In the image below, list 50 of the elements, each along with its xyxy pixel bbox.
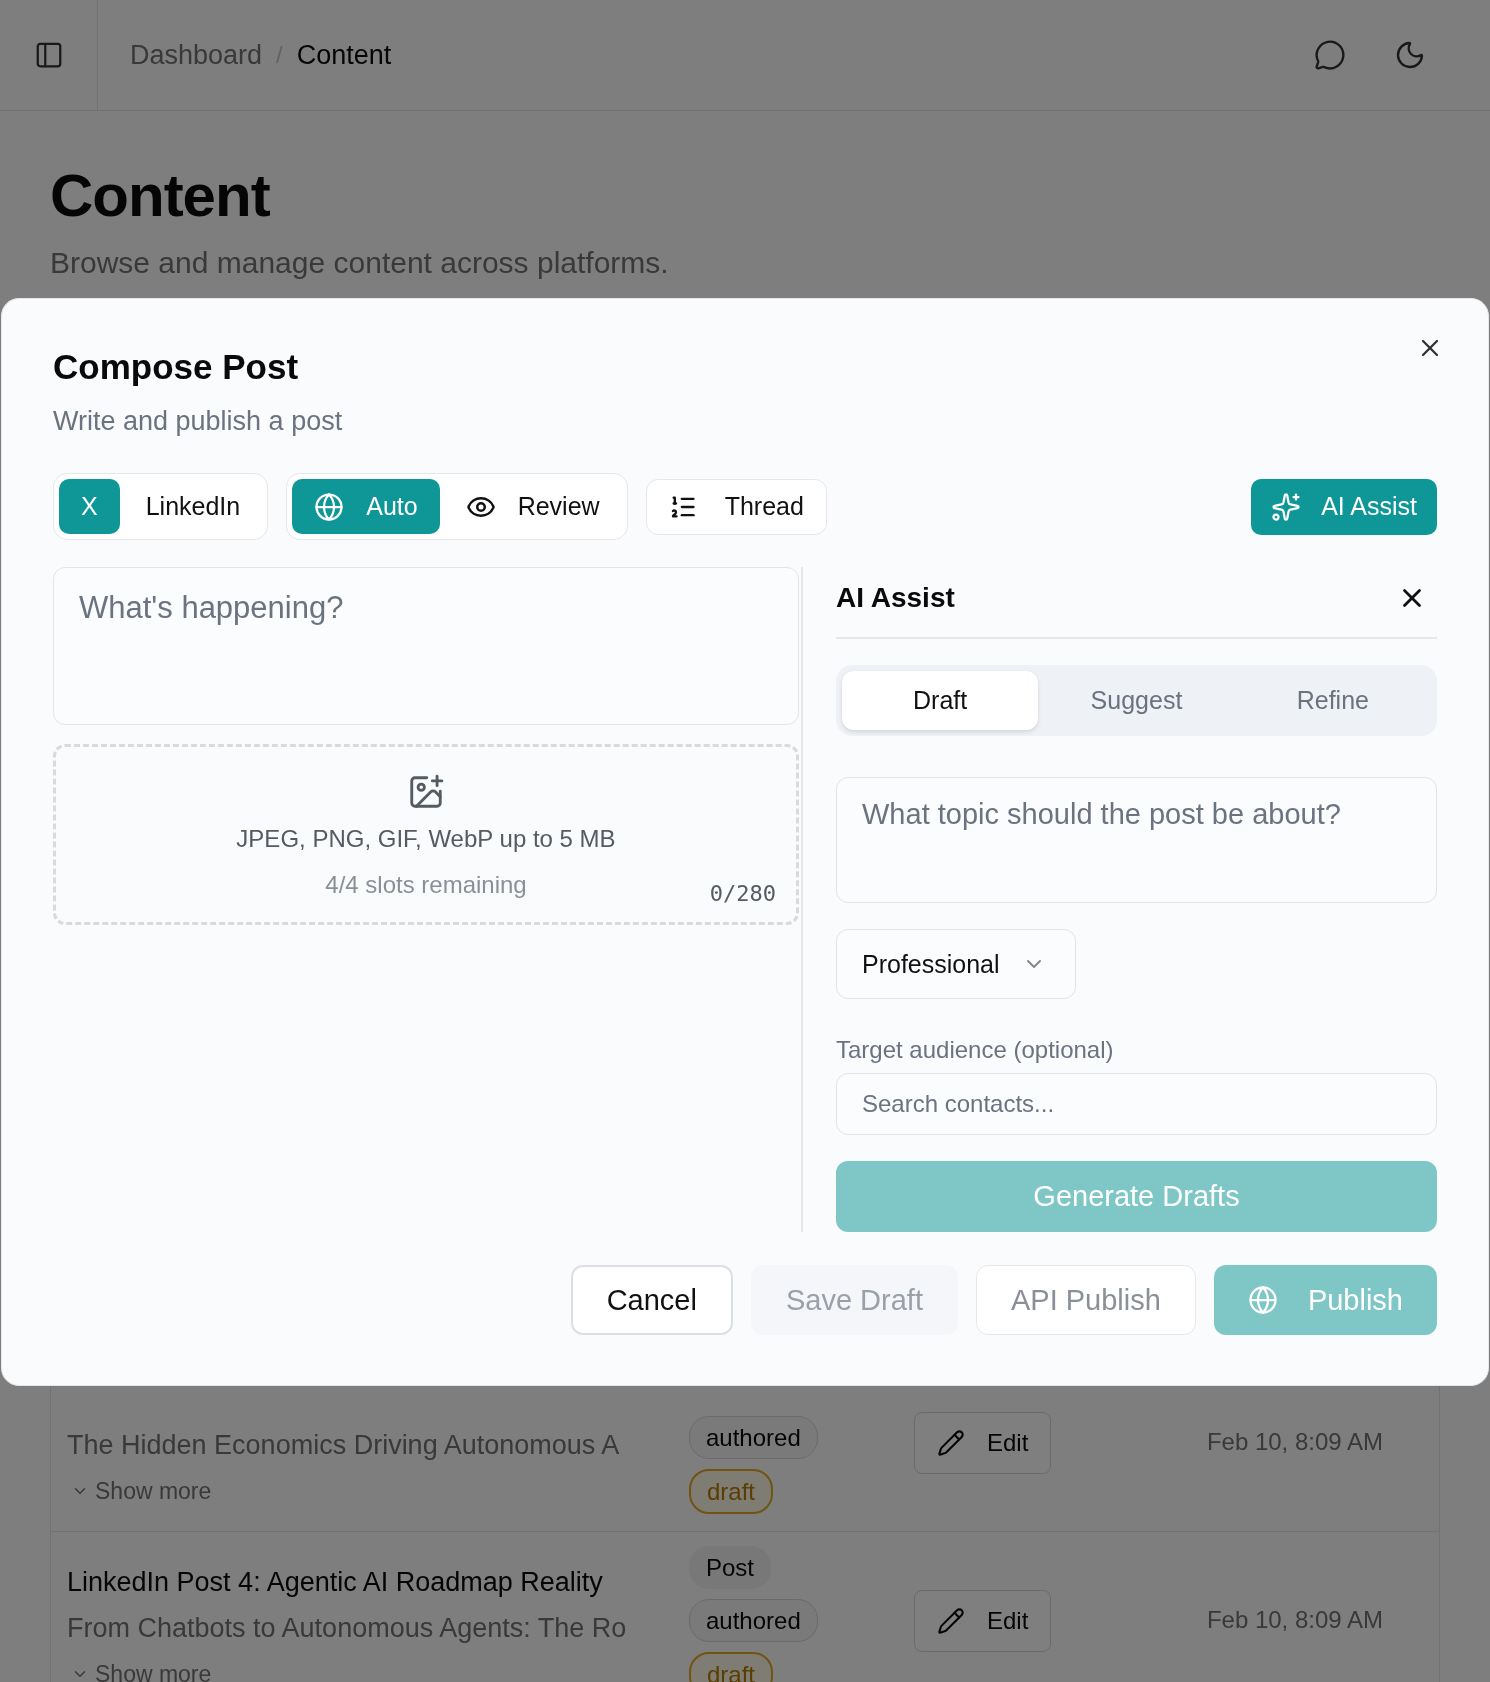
upload-hint: JPEG, PNG, GIF, WebP up to 5 MB xyxy=(236,825,616,853)
ai-assist-button[interactable]: AI Assist xyxy=(1251,478,1437,535)
footer-button[interactable]: API Publish xyxy=(975,1265,1196,1335)
chat-icon[interactable] xyxy=(1314,39,1346,71)
upload-dropzone[interactable]: JPEG, PNG, GIF, WebP up to 5 MB 4/4 slots remaining 0/280 xyxy=(53,744,799,925)
post-description: From Chatbots to Autonomous Agents: The Ro xyxy=(67,1612,628,1645)
show-more-button[interactable]: Show more xyxy=(67,1468,212,1514)
post-text-field[interactable]: What's happening? xyxy=(53,567,799,725)
globe-icon xyxy=(314,491,345,522)
post-date: Feb 10, 8:09 AM xyxy=(1205,1428,1384,1456)
edit-button[interactable]: Edit xyxy=(914,1412,1052,1474)
thread-button[interactable]: Thread xyxy=(645,478,827,535)
post-title: LinkedIn Post 4: Agentic AI Roadmap Reality xyxy=(67,1566,604,1599)
globe-icon xyxy=(1247,1285,1278,1315)
breadcrumb-link[interactable]: Content xyxy=(296,39,392,71)
platform-toggle[interactable]: X xyxy=(59,479,120,534)
audience-label: Target audience (optional) xyxy=(836,1036,1115,1064)
pencil-icon xyxy=(937,1429,965,1457)
edit-button[interactable]: Edit xyxy=(914,1590,1052,1652)
breadcrumb-link[interactable]: Dashboard xyxy=(130,39,263,71)
page-subtitle: Browse and manage content across platforms. xyxy=(50,245,670,281)
footer-button[interactable]: Save Draft xyxy=(750,1265,958,1335)
mode-toggle[interactable]: Review xyxy=(443,479,622,534)
tag: authored xyxy=(689,1416,818,1459)
post-description: The Hidden Economics Driving Autonomous A xyxy=(67,1429,621,1462)
moon-icon[interactable] xyxy=(1394,39,1426,71)
audience-search-field[interactable]: Search contacts... xyxy=(836,1073,1437,1135)
dialog-subtitle: Write and publish a post xyxy=(53,405,344,437)
pencil-icon xyxy=(937,1607,965,1635)
tone-dropdown[interactable]: Professional xyxy=(836,929,1076,999)
tag: Post xyxy=(689,1546,772,1589)
dialog-title: Compose Post xyxy=(53,347,300,387)
tag: authored xyxy=(689,1599,818,1642)
topic-field[interactable]: What topic should the post be about? xyxy=(836,777,1437,903)
post-date: Feb 10, 8:09 AM xyxy=(1205,1606,1384,1634)
sparkles-icon xyxy=(1271,491,1302,522)
slots-remaining: 4/4 slots remaining xyxy=(325,871,527,899)
tab[interactable]: Refine xyxy=(1234,671,1431,730)
page-title: Content xyxy=(50,161,271,231)
show-more-button[interactable]: Show more xyxy=(67,1651,212,1682)
tab[interactable]: Draft xyxy=(842,671,1039,730)
platform-toggle[interactable]: LinkedIn xyxy=(123,479,263,534)
tab[interactable]: Suggest xyxy=(1038,671,1235,730)
panel-title: AI Assist xyxy=(836,582,955,614)
breadcrumb-separator: / xyxy=(276,41,283,69)
tag: draft xyxy=(689,1469,774,1514)
image-add-icon xyxy=(407,773,445,811)
mode-toggle[interactable]: Auto xyxy=(292,479,440,534)
footer-button[interactable]: Cancel xyxy=(570,1265,733,1335)
character-counter: 0/280 xyxy=(709,881,776,906)
